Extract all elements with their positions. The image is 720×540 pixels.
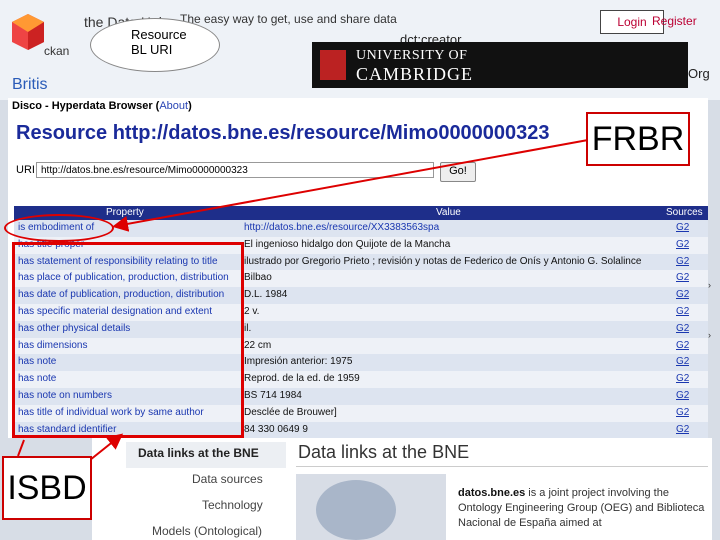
source-link[interactable]: G2 [676, 407, 689, 418]
page-title: Resource http://datos.bne.es/resource/Mi… [16, 122, 550, 144]
cambridge-shield-icon [320, 50, 346, 80]
right-edge-fragment: › › [708, 280, 711, 340]
source-link[interactable]: G2 [676, 390, 689, 401]
source-link[interactable]: G2 [676, 424, 689, 435]
bne-nav-item-technology[interactable]: Technology [202, 498, 263, 512]
bne-description: datos.bne.es is a joint project involvin… [458, 486, 712, 531]
value-text: il. [244, 322, 252, 334]
bne-network-image [296, 474, 446, 540]
source-link[interactable]: G2 [676, 373, 689, 384]
browser-title-suffix: ) [188, 100, 192, 112]
bne-nav-item-models[interactable]: Models (Ontological) [152, 524, 262, 538]
source-link[interactable]: G2 [676, 323, 689, 334]
value-text: 22 cm [244, 339, 272, 351]
value-link[interactable]: http://datos.bne.es/resource/XX3383563sp… [244, 222, 660, 233]
table-row: is embodiment of http://datos.bne.es/reso… [14, 220, 708, 237]
source-link[interactable]: G2 [676, 256, 689, 267]
source-link[interactable]: G2 [676, 222, 689, 233]
about-link[interactable]: About [159, 100, 188, 112]
bne-nav-item-data-sources[interactable]: Data sources [192, 472, 263, 486]
ckan-label: ckan [44, 44, 70, 58]
browser-title: Disco - Hyperdata Browser (About) [12, 100, 192, 112]
source-link[interactable]: G2 [676, 340, 689, 351]
value-text: 84 330 0649 9 [244, 423, 308, 435]
source-link[interactable]: G2 [676, 239, 689, 250]
ckan-logo-icon [12, 14, 44, 50]
bne-divider [296, 466, 708, 467]
graph-node-label: BL URI [131, 42, 173, 57]
value-text: Impresión anterior: 1975 [244, 356, 353, 368]
isbd-connector [17, 439, 25, 457]
datahub-tagline: The easy way to get, use and share data [180, 12, 397, 26]
value-text: Desclée de Brouwer] [244, 406, 337, 418]
graph-node-label: Resource [131, 27, 187, 42]
value-text: D.L. 1984 [244, 289, 288, 301]
org-fragment: Org [688, 66, 710, 81]
register-link[interactable]: Register [652, 14, 697, 28]
cambridge-line-2: CAMBRIDGE [356, 64, 474, 84]
network-graph-icon [316, 480, 396, 540]
column-header-sources: Sources [666, 207, 703, 218]
value-text: ilustrado por Gregorio Prieto ; revisión… [244, 255, 642, 267]
value-text: Bilbao [244, 272, 272, 284]
value-text: Reprod. de la ed. de 1959 [244, 373, 360, 385]
cambridge-logo: UNIVERSITY OF CAMBRIDGE [312, 42, 688, 88]
go-button[interactable]: Go! [440, 162, 476, 182]
graph-node-resource: Resource BL URI [90, 18, 220, 72]
value-text: 2 v. [244, 305, 260, 317]
bne-nav-item-data-links[interactable]: Data links at the BNE [138, 446, 259, 460]
value-text: El ingenioso hidalgo don Quijote de la M… [244, 238, 451, 250]
column-header-value: Value [436, 207, 461, 218]
source-link[interactable]: G2 [676, 272, 689, 283]
source-link[interactable]: G2 [676, 289, 689, 300]
uri-label: URI: [16, 164, 38, 176]
highlight-rectangle [12, 242, 244, 438]
source-link[interactable]: G2 [676, 306, 689, 317]
browser-title-prefix: Disco - Hyperdata Browser ( [12, 100, 160, 112]
isbd-callout: ISBD [2, 456, 92, 520]
value-text: BS 714 1984 [244, 389, 302, 401]
column-header-property: Property [106, 207, 144, 218]
bne-heading: Data links at the BNE [298, 442, 470, 462]
frbr-callout: FRBR [586, 112, 690, 166]
cambridge-line-1: UNIVERSITY OF [356, 48, 468, 63]
uri-input[interactable] [36, 162, 434, 178]
bne-description-strong: datos.bne.es [458, 487, 526, 499]
source-link[interactable]: G2 [676, 356, 689, 367]
britis-fragment: Britis [12, 76, 48, 93]
highlight-ellipse [4, 214, 114, 242]
table-header: Property Value Sources [14, 206, 708, 220]
